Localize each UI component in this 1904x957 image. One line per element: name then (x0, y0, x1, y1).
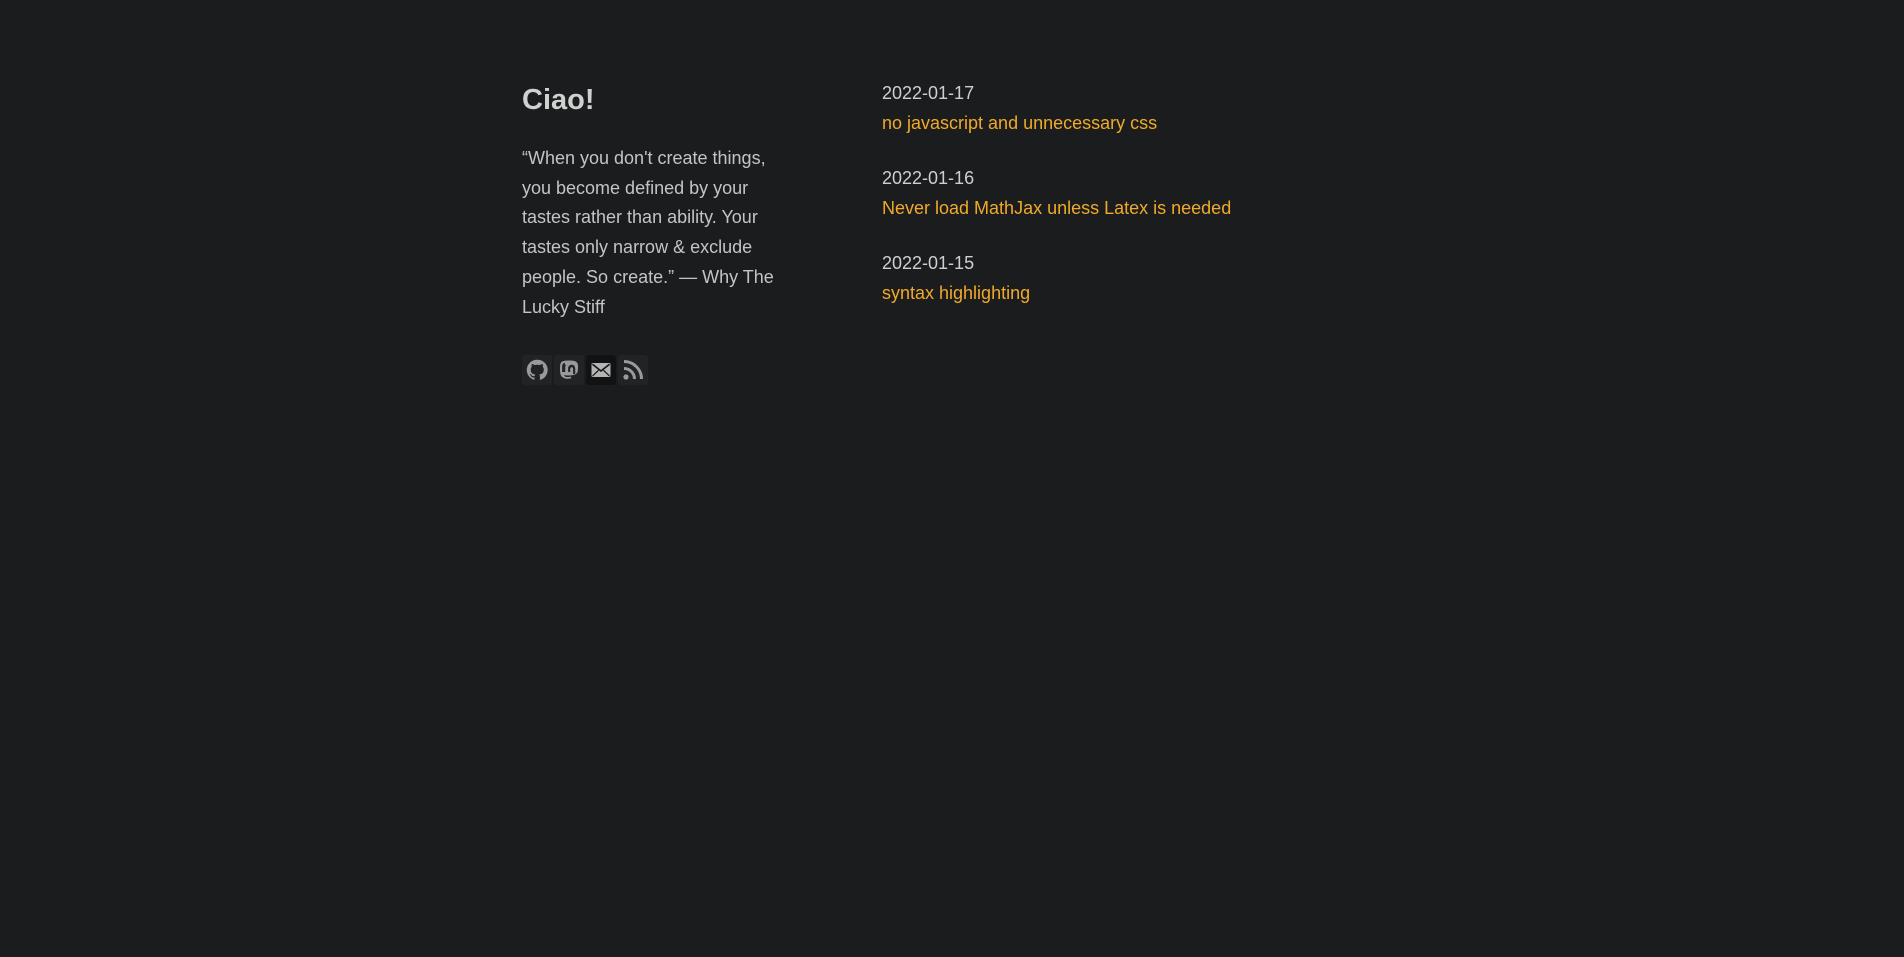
post-item: 2022-01-16 Never load MathJax unless Lat… (882, 165, 1382, 221)
post-item: 2022-01-17 no javascript and unnecessary… (882, 80, 1382, 136)
post-list: 2022-01-17 no javascript and unnecessary… (882, 80, 1382, 335)
email-icon (591, 363, 611, 378)
rss-icon (623, 360, 643, 380)
page-title: Ciao! (522, 84, 595, 116)
profile-section: Ciao! “When you don't create things, you… (522, 82, 792, 386)
page: Ciao! “When you don't create things, you… (0, 0, 1904, 957)
social-links (522, 355, 792, 386)
post-link[interactable]: no javascript and unnecessary css (882, 110, 1157, 136)
post-link[interactable]: Never load MathJax unless Latex is neede… (882, 195, 1231, 221)
post-date: 2022-01-17 (882, 83, 975, 103)
post-item: 2022-01-15 syntax highlighting (882, 250, 1382, 306)
mastodon-icon (560, 360, 578, 379)
mastodon-link[interactable] (554, 355, 584, 386)
github-link[interactable] (522, 355, 552, 386)
post-date: 2022-01-15 (882, 253, 975, 273)
email-link[interactable] (586, 355, 616, 386)
github-icon (526, 360, 548, 380)
intro-quote: “When you don't create things, you becom… (522, 148, 774, 317)
post-date: 2022-01-16 (882, 168, 975, 188)
post-link[interactable]: syntax highlighting (882, 280, 1030, 306)
rss-link[interactable] (618, 355, 648, 386)
